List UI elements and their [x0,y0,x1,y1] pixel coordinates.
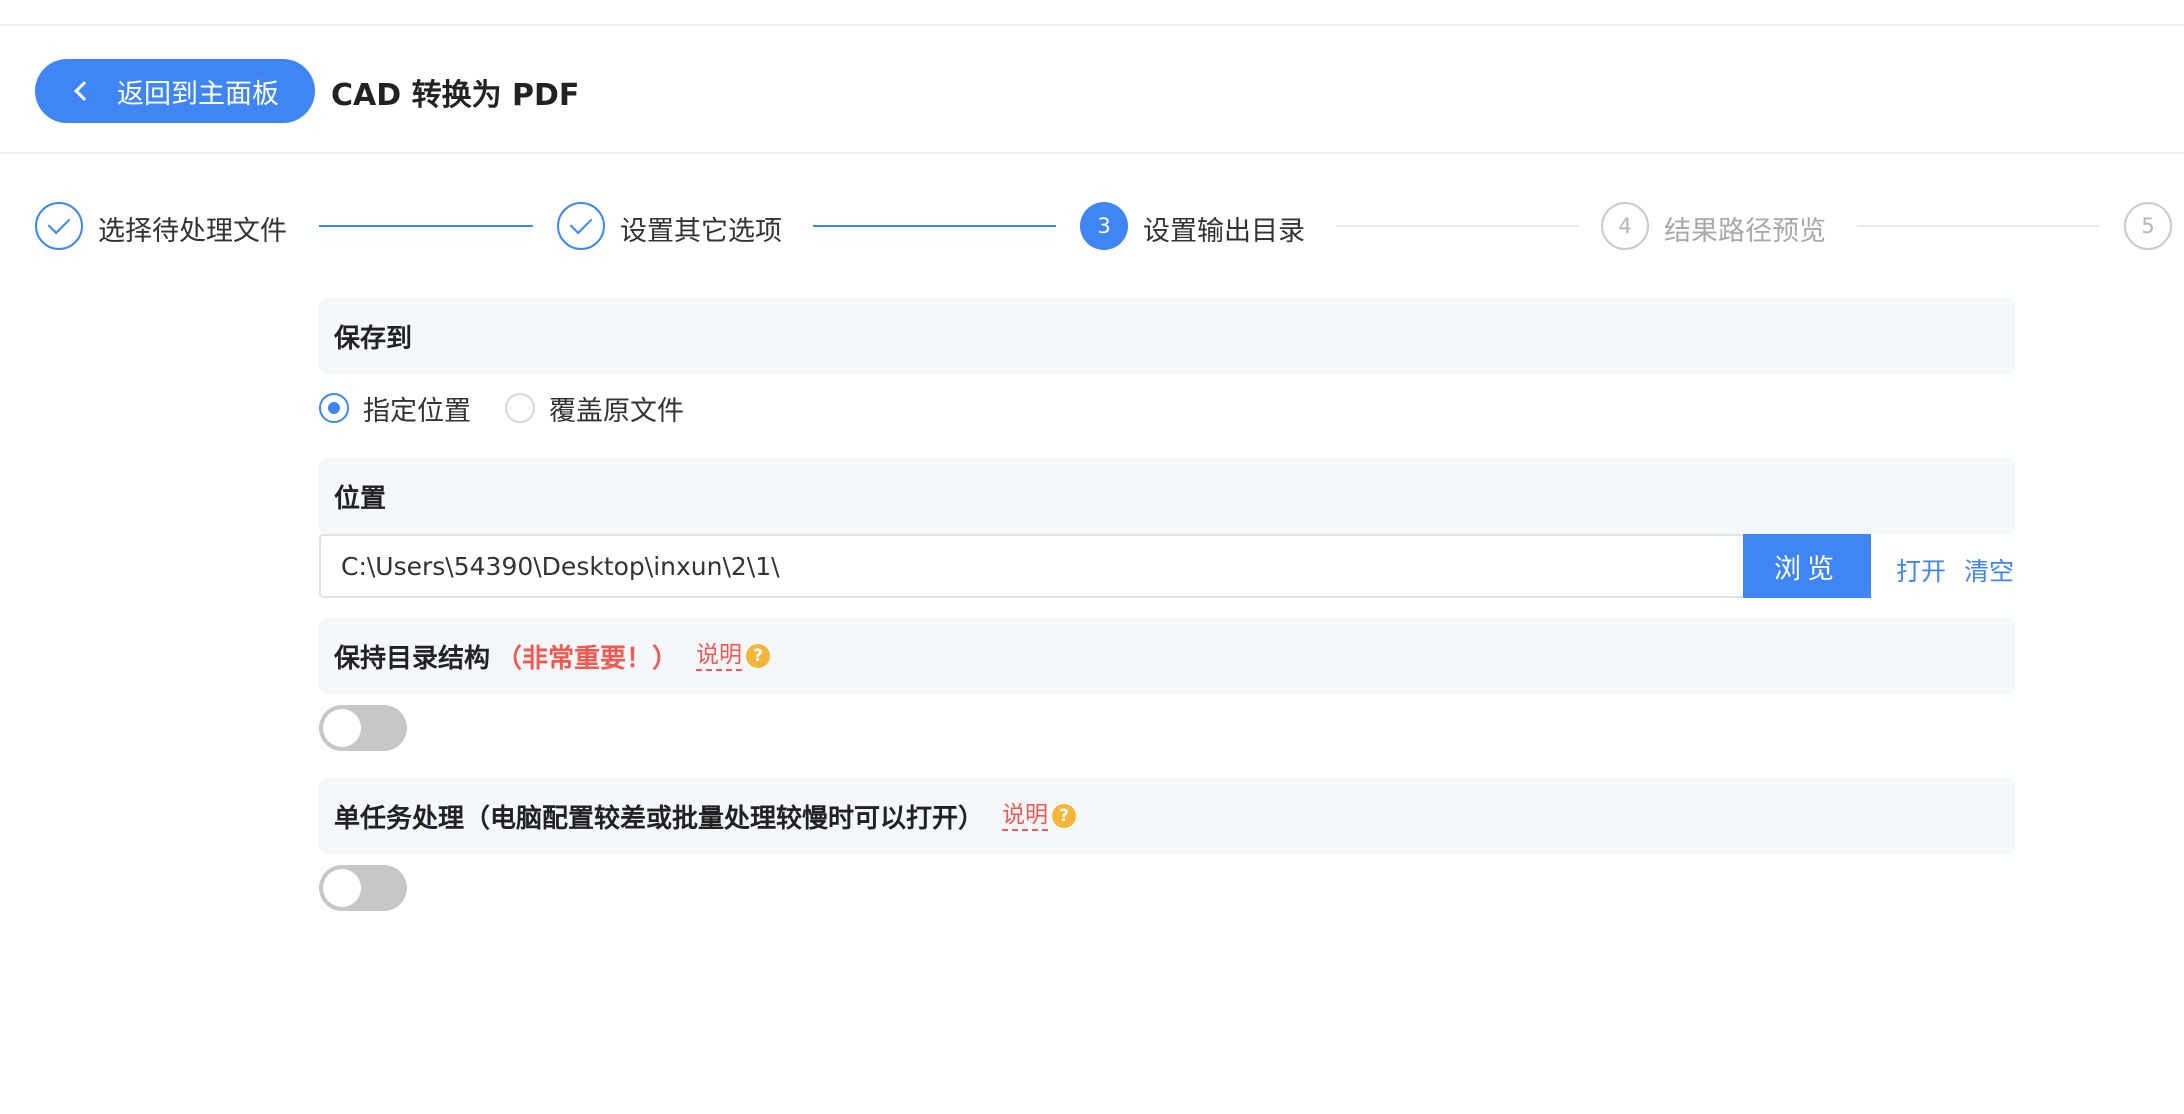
step-3-label: 设置输出目录 [1143,216,1305,247]
keep-structure-toggle[interactable] [319,705,407,751]
step-connector-3 [1336,225,1579,227]
step-1-done-icon [35,202,83,250]
single-task-heading: 单任务处理（电脑配置较差或批量处理较慢时可以打开） 说明 ? [319,778,2015,854]
step-3-number-icon: 3 [1080,202,1128,250]
step-connector-4 [1857,225,2100,227]
keep-structure-heading: 保持目录结构 （非常重要！） 说明 ? [319,618,2015,694]
step-4-label: 结果路径预览 [1664,216,1826,247]
radio-overwrite-original[interactable] [505,393,535,423]
keep-structure-warning: （非常重要！） [496,643,679,674]
keep-structure-label: 保持目录结构 [334,643,491,674]
radio-specified-location-label[interactable]: 指定位置 [363,389,471,428]
step-1-label: 选择待处理文件 [98,216,287,247]
save-to-heading-label: 保存到 [334,323,413,354]
header-bar: 返回到主面板 CAD 转换为 PDF [0,26,2184,154]
radio-specified-location[interactable] [319,393,349,423]
step-2-label: 设置其它选项 [620,216,782,247]
output-path-input[interactable] [319,534,1743,598]
browse-button[interactable]: 浏览 [1743,534,1871,598]
step-4-number-icon: 4 [1601,202,1649,250]
single-task-explain-link[interactable]: 说明 [1002,801,1049,831]
back-to-dashboard-button[interactable]: 返回到主面板 [35,59,315,123]
location-heading: 位置 [319,458,2015,534]
open-folder-link[interactable]: 打开 [1896,552,1946,588]
check-icon [47,211,71,235]
keep-structure-explain-link[interactable]: 说明 [696,641,743,671]
save-to-heading: 保存到 [319,298,2015,374]
question-icon[interactable]: ? [1052,804,1077,828]
toggle-knob [323,869,361,907]
single-task-toggle[interactable] [319,865,407,911]
location-heading-label: 位置 [334,483,387,514]
single-task-label: 单任务处理（电脑配置较差或批量处理较慢时可以打开） [334,803,985,834]
step-connector-2 [813,225,1056,227]
step-connector-1 [319,225,533,227]
step-2-done-icon [557,202,605,250]
save-to-options: 指定位置 覆盖原文件 [319,388,718,428]
check-icon [569,211,593,235]
step-5-number-icon: 5 [2124,202,2172,250]
radio-overwrite-original-label[interactable]: 覆盖原文件 [549,389,684,428]
stepper: 选择待处理文件 设置其它选项 3 设置输出目录 4 结果路径预览 5 [0,196,2184,256]
back-button-label: 返回到主面板 [117,78,279,110]
clear-path-link[interactable]: 清空 [1964,552,2014,588]
chevron-left-icon [74,81,94,101]
page-title: CAD 转换为 PDF [331,78,580,113]
question-icon[interactable]: ? [746,644,771,668]
toggle-knob [323,709,361,747]
